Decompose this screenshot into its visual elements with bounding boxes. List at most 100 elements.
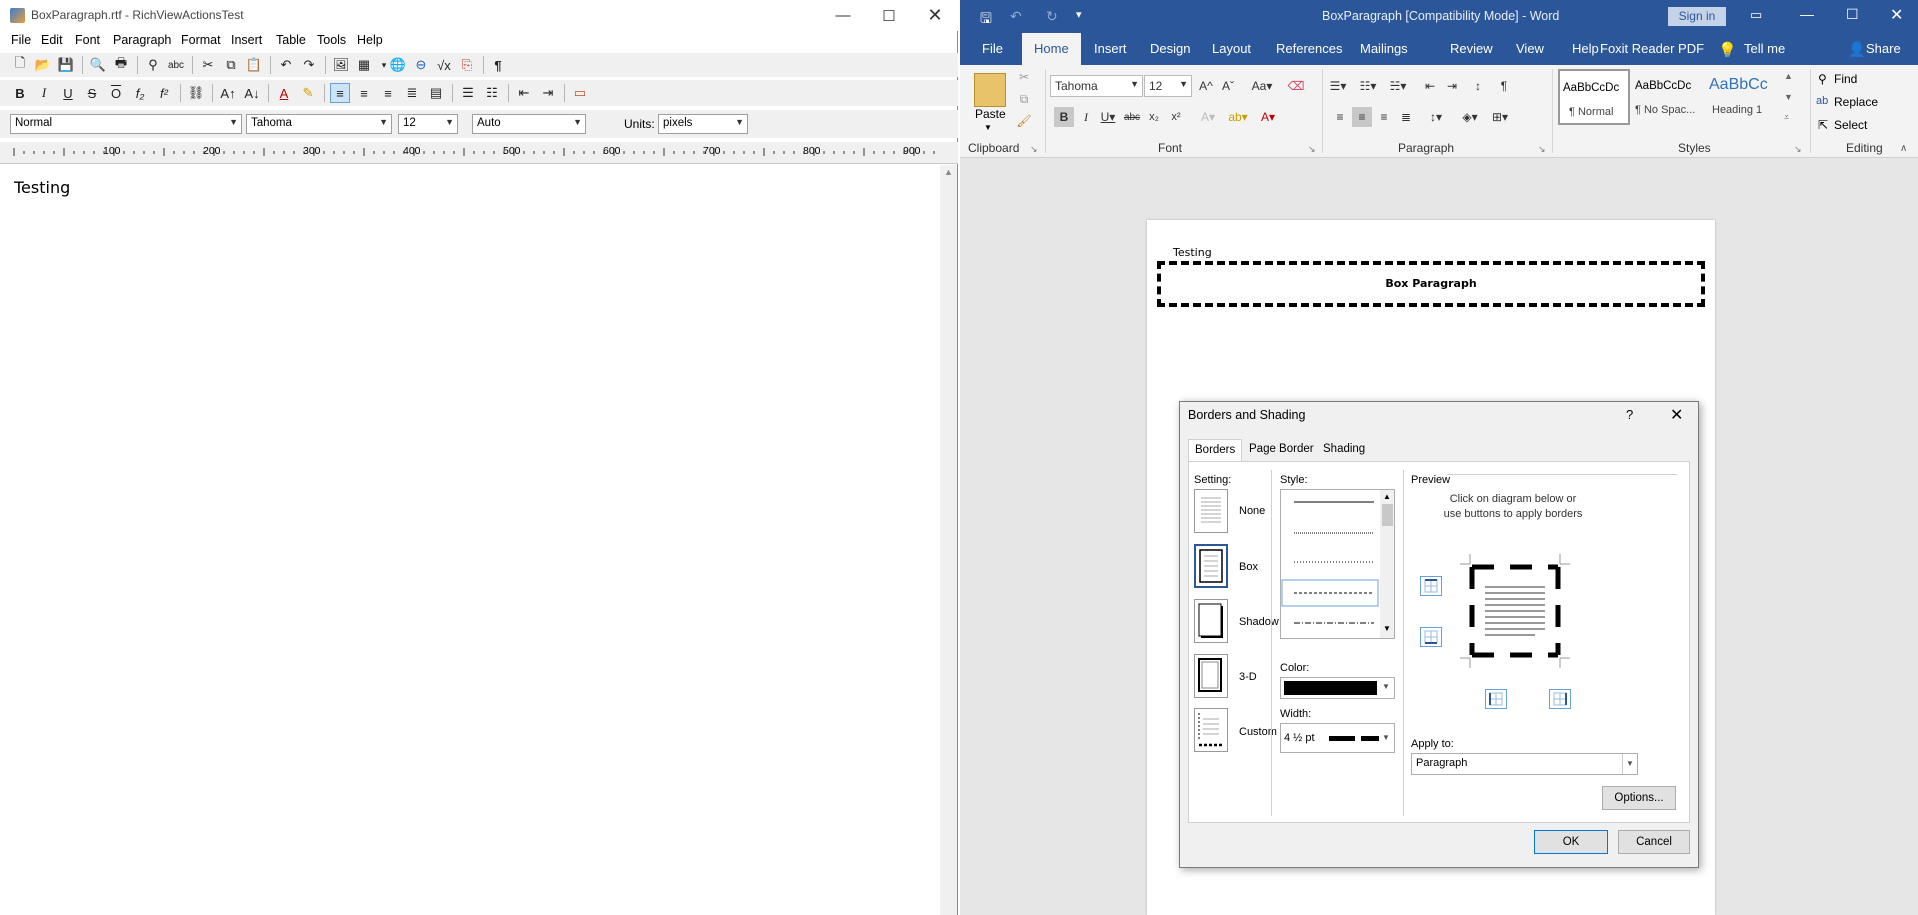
redo-icon[interactable]: ↻ [1046, 8, 1058, 25]
box-paragraph[interactable]: Box Paragraph [1157, 261, 1705, 307]
tab-references[interactable]: References [1276, 41, 1342, 56]
tab-borders[interactable]: Borders [1188, 439, 1243, 462]
open-icon[interactable]: 📂 [33, 55, 53, 75]
menu-help[interactable]: Help [357, 33, 383, 47]
tab-design[interactable]: Design [1150, 41, 1190, 56]
dialog-launcher-icon[interactable]: ↘ [1794, 144, 1802, 155]
select-button[interactable]: Select [1834, 118, 1867, 132]
style-heading-1[interactable]: AaBbCc Heading 1 [1706, 69, 1778, 125]
ruler[interactable]: 100 200 300 400 500 600 700 800 900 [0, 142, 958, 164]
paste-icon[interactable] [974, 73, 1006, 107]
cancel-button[interactable]: Cancel [1618, 830, 1690, 854]
insert-picture-icon[interactable]: 🖼 [331, 55, 351, 75]
collapse-ribbon-icon[interactable]: ∧ [1900, 143, 1907, 154]
cut-icon[interactable]: ✂ [1014, 67, 1034, 87]
setting-3d-icon[interactable] [1194, 654, 1228, 698]
setting-box[interactable]: Box [1239, 561, 1258, 573]
align-left-icon[interactable]: ≡ [330, 83, 350, 103]
copy-icon[interactable]: ⧉ [221, 55, 241, 75]
dialog-launcher-icon[interactable]: ↘ [1030, 144, 1038, 155]
distribute-icon[interactable]: ▤ [426, 83, 446, 103]
bottom-border-button[interactable] [1420, 627, 1442, 647]
superscript-icon[interactable]: f² [154, 83, 174, 103]
preview-diagram[interactable] [1460, 554, 1570, 668]
text-effects-icon[interactable]: A▾ [1198, 107, 1218, 127]
tab-review[interactable]: Review [1450, 41, 1493, 56]
menu-table[interactable]: Table [276, 33, 306, 47]
tab-view[interactable]: View [1516, 41, 1544, 56]
print-icon[interactable]: 🖶 [111, 55, 131, 75]
font-size-combo[interactable]: 12 ▼ [1144, 75, 1192, 97]
grow-font-icon[interactable]: A↑ [218, 83, 238, 103]
strikethrough-icon[interactable]: S [82, 83, 102, 103]
tab-help[interactable]: Help [1572, 41, 1599, 56]
overline-icon[interactable]: O [106, 83, 126, 103]
style-combo[interactable]: Normal ▼ [10, 114, 242, 134]
strikethrough-button[interactable]: abc [1122, 107, 1142, 127]
dialog-launcher-icon[interactable]: ↘ [1308, 144, 1316, 155]
clear-formatting-icon[interactable]: ⌫ [1286, 76, 1306, 96]
replace-button[interactable]: Replace [1834, 95, 1878, 109]
menu-insert[interactable]: Insert [231, 33, 262, 47]
decrease-indent-icon[interactable]: ⇤ [1420, 76, 1440, 96]
new-icon[interactable]: 🗋 [10, 55, 30, 75]
tab-foxit[interactable]: Foxit Reader PDF [1600, 41, 1704, 56]
save-icon[interactable]: 💾 [56, 55, 76, 75]
font-color-icon[interactable]: A▾ [1258, 107, 1278, 127]
decrease-indent-icon[interactable]: ⇤ [514, 83, 534, 103]
bold-button[interactable]: B [1054, 107, 1074, 127]
align-right-icon[interactable]: ≡ [1374, 107, 1394, 127]
save-icon[interactable]: 🖫 [980, 8, 992, 32]
paste-button[interactable]: Paste [975, 107, 1006, 121]
ribbon-display-icon[interactable]: ▭ [1750, 7, 1762, 23]
font-combo[interactable]: Tahoma ▼ [246, 114, 392, 134]
undo-icon[interactable]: ↶ [1010, 8, 1022, 25]
italic-icon[interactable]: I [34, 83, 54, 103]
find-icon[interactable]: ⚲ [143, 55, 163, 75]
menu-edit[interactable]: Edit [41, 33, 63, 47]
print-preview-icon[interactable]: 🔍 [88, 55, 108, 75]
remove-link-icon[interactable]: ⛓ [186, 83, 206, 103]
menu-paragraph[interactable]: Paragraph [113, 33, 171, 47]
border-style-list[interactable]: ▲ ▼ [1280, 489, 1395, 639]
spell-icon[interactable]: abc [166, 55, 186, 75]
document-area[interactable]: Testing [0, 165, 940, 915]
units-combo[interactable]: pixels ▼ [658, 114, 748, 134]
undo-icon[interactable]: ↶ [276, 55, 296, 75]
shading-icon[interactable]: ◈▾ [1460, 107, 1480, 127]
cut-icon[interactable]: ✂ [198, 55, 218, 75]
multilevel-icon[interactable]: ☵▾ [1388, 76, 1408, 96]
setting-shadow-icon[interactable] [1194, 599, 1228, 643]
close-icon[interactable]: ✕ [1670, 405, 1683, 425]
underline-icon[interactable]: U [58, 83, 78, 103]
tab-home[interactable]: Home [1022, 33, 1081, 65]
shrink-font-icon[interactable]: A↓ [242, 83, 262, 103]
align-center-icon[interactable]: ≡ [1352, 107, 1372, 127]
sign-in-button[interactable]: Sign in [1668, 7, 1726, 26]
help-button[interactable]: ? [1626, 407, 1633, 422]
styles-scroll-down-icon[interactable]: ▼ [1784, 92, 1793, 102]
style-normal[interactable]: AaBbCcDc ¶ Normal [1558, 69, 1630, 125]
increase-indent-icon[interactable]: ⇥ [538, 83, 558, 103]
line-spacing-icon[interactable]: ↕▾ [1426, 107, 1446, 127]
hyperlink-icon[interactable]: 🌐 [388, 55, 408, 75]
insert-table-icon[interactable]: ▦ [354, 55, 374, 75]
font-color-icon[interactable]: A [274, 83, 294, 103]
maximize-button[interactable]: ☐ [1846, 6, 1859, 23]
increase-indent-icon[interactable]: ⇥ [1442, 76, 1462, 96]
subscript-button[interactable]: x₂ [1144, 107, 1164, 127]
borders-icon[interactable]: ⊞▾ [1490, 107, 1510, 127]
tab-layout[interactable]: Layout [1212, 41, 1251, 56]
setting-custom-icon[interactable] [1194, 708, 1228, 752]
maximize-button[interactable]: ☐ [866, 0, 912, 31]
tab-shading[interactable]: Shading [1317, 439, 1371, 461]
justify-icon[interactable]: ≣ [402, 83, 422, 103]
copy-icon[interactable]: ⧉ [1014, 89, 1034, 109]
redo-icon[interactable]: ↷ [299, 55, 319, 75]
options-button[interactable]: Options... [1602, 786, 1676, 810]
justify-icon[interactable]: ≣ [1396, 107, 1416, 127]
sort-icon[interactable]: ↕ [1468, 76, 1488, 96]
right-border-button[interactable] [1549, 689, 1571, 709]
setting-3d[interactable]: 3-D [1239, 671, 1257, 683]
font-name-combo[interactable]: Tahoma ▼ [1050, 75, 1143, 97]
